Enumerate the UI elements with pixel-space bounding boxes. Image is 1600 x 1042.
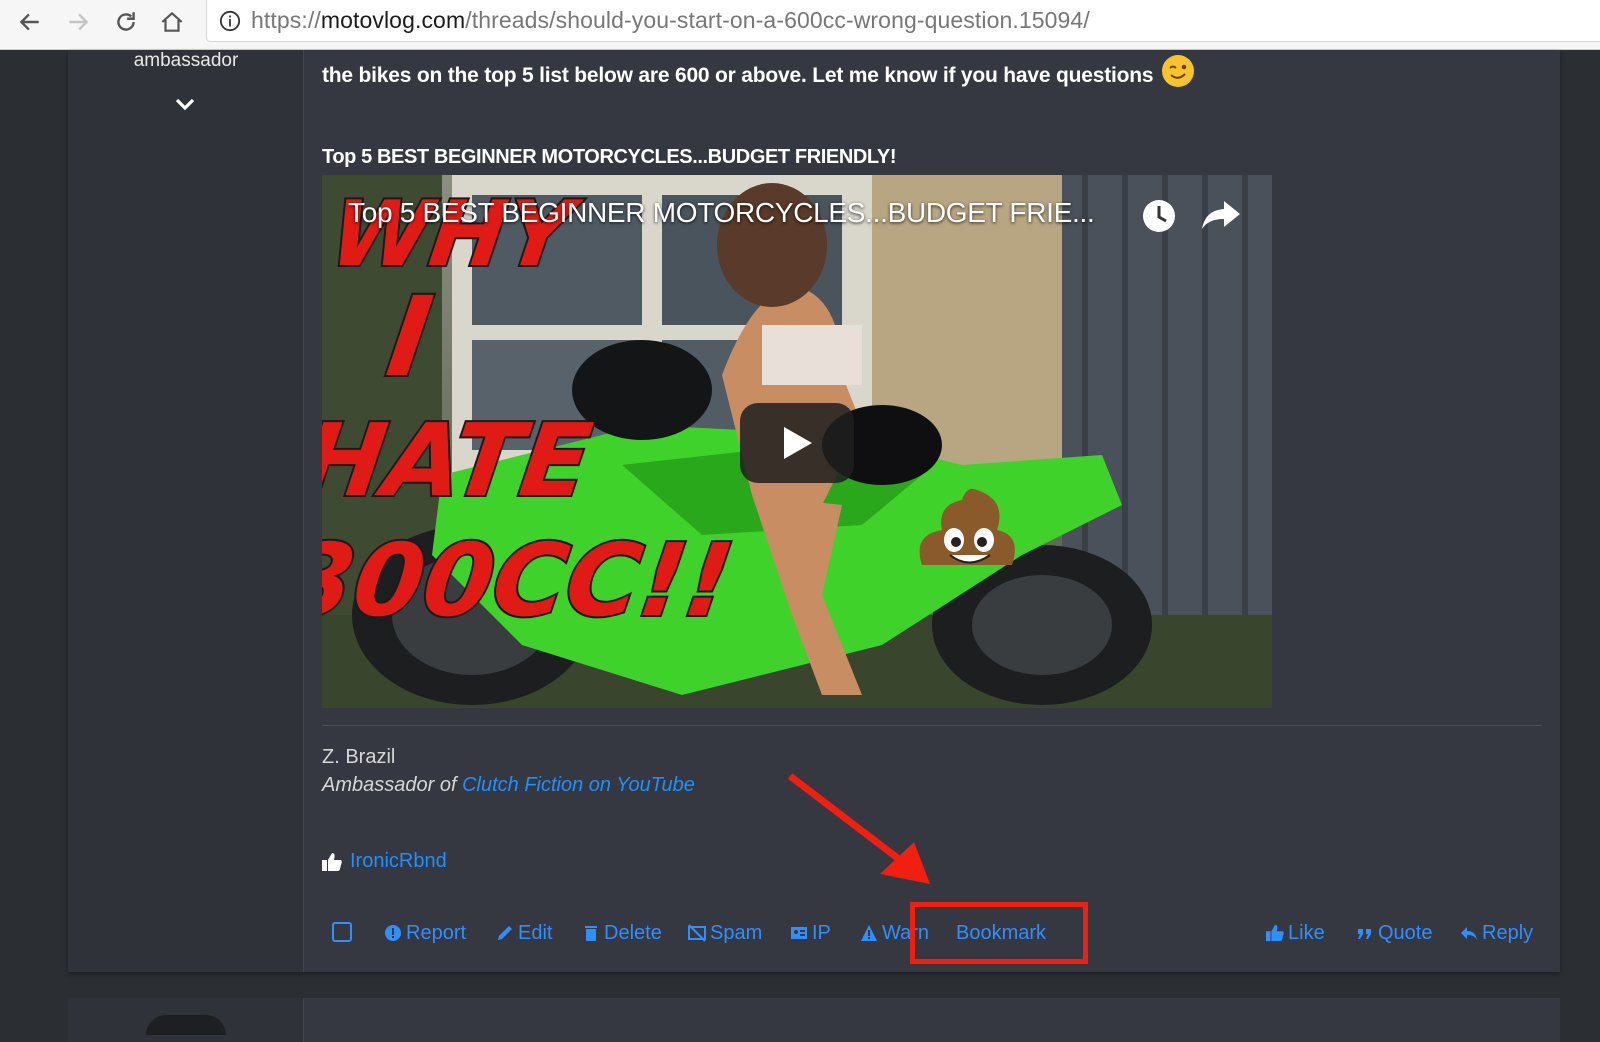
quote-icon	[1358, 929, 1371, 939]
spam-icon	[688, 924, 706, 942]
signature-divider	[322, 725, 1542, 726]
message-text: the bikes on the top 5 list below are 60…	[322, 54, 1195, 88]
reload-button[interactable]	[108, 4, 144, 40]
id-card-icon	[791, 927, 807, 939]
svg-text:300CC!!: 300CC!!	[322, 522, 740, 638]
video-overlay-title[interactable]: Top 5 BEST BEGINNER MOTORCYCLES...BUDGET…	[348, 197, 1095, 229]
trash-icon	[585, 926, 597, 941]
winking-face-icon	[1162, 55, 1195, 87]
likes-bar: IronicRbnd	[322, 850, 447, 873]
youtube-embed[interactable]: WHY I HATE 300CC!! Top 5 BEST BEGINNER M…	[322, 175, 1272, 708]
report-button[interactable]: Report	[384, 918, 466, 948]
home-icon	[161, 11, 183, 32]
share-icon[interactable]	[1200, 197, 1242, 233]
info-icon[interactable]	[219, 10, 241, 32]
reload-icon	[117, 12, 135, 31]
video-heading: Top 5 BEST BEGINNER MOTORCYCLES...BUDGET…	[322, 146, 897, 168]
warning-triangle-icon	[861, 925, 877, 941]
signature-line: Ambassador of Clutch Fiction on YouTube	[322, 774, 695, 796]
signature-name: Z. Brazil	[322, 746, 396, 768]
user-role: ambassador	[133, 50, 239, 71]
reply-arrow-icon	[1461, 927, 1477, 940]
url-text: https://motovlog.com/threads/should-you-…	[251, 7, 1090, 33]
like-button[interactable]: Like	[1266, 918, 1325, 948]
address-bar[interactable]: https://motovlog.com/threads/should-you-…	[206, 0, 1600, 42]
avatar[interactable]	[146, 1015, 226, 1035]
chevron-down-icon[interactable]	[173, 94, 197, 114]
browser-toolbar: https://motovlog.com/threads/should-you-…	[0, 0, 1600, 50]
svg-text:HATE: HATE	[322, 402, 598, 518]
annotation-arrow	[787, 773, 930, 884]
reply-button[interactable]: Reply	[1460, 918, 1533, 948]
back-arrow-icon	[19, 13, 39, 31]
ip-button[interactable]: IP	[790, 918, 831, 948]
signature-link[interactable]: Clutch Fiction on YouTube	[462, 774, 695, 796]
pencil-icon	[498, 926, 512, 940]
exclamation-circle-icon	[385, 925, 401, 941]
delete-button[interactable]: Delete	[582, 918, 662, 948]
next-post-sidebar	[68, 998, 304, 1042]
edit-button[interactable]: Edit	[496, 918, 552, 948]
watch-later-icon[interactable]	[1140, 197, 1178, 235]
play-icon	[784, 427, 812, 459]
spam-button[interactable]: Spam	[688, 918, 762, 948]
next-post	[68, 998, 1560, 1042]
thumbs-up-icon	[1266, 924, 1284, 942]
thumbs-up-icon	[322, 852, 342, 871]
home-button[interactable]	[154, 4, 190, 40]
forward-button[interactable]	[60, 4, 96, 40]
annotation-highlight-box	[910, 902, 1088, 964]
liked-by-user[interactable]: IronicRbnd	[350, 850, 447, 873]
back-button[interactable]	[12, 4, 48, 40]
quote-button[interactable]: Quote	[1356, 918, 1432, 948]
user-sidebar: ambassador	[68, 50, 304, 972]
select-post-checkbox[interactable]	[332, 922, 352, 942]
forward-arrow-icon	[69, 13, 89, 31]
play-button[interactable]	[740, 403, 854, 483]
